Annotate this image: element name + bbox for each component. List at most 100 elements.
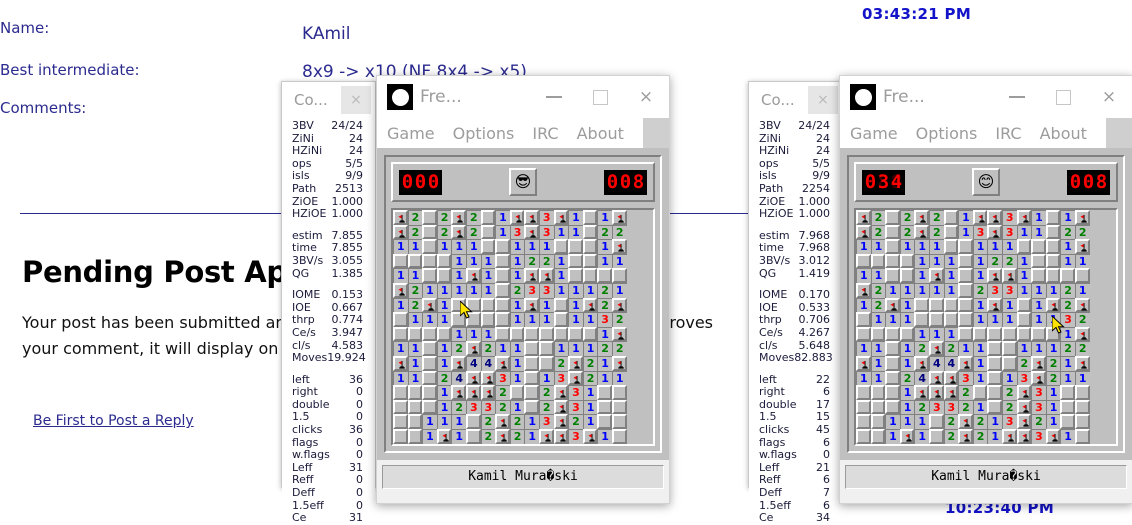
minefield-cell-covered[interactable]: [568, 253, 583, 269]
minefield-cell-number[interactable]: 2: [553, 355, 569, 371]
minefield-cell-flagged[interactable]: [899, 428, 915, 444]
minefield-cell-covered[interactable]: [1045, 268, 1061, 283]
minefield-cell-covered[interactable]: [1031, 239, 1046, 254]
minefield-cell-number[interactable]: 1: [972, 370, 988, 386]
minefield-cell-flagged[interactable]: [987, 268, 1002, 283]
minefield-cell-number[interactable]: 2: [870, 210, 886, 225]
minefield-cell-number[interactable]: 2: [1016, 355, 1032, 371]
minefield-cell-number[interactable]: 1: [1074, 253, 1090, 269]
minefield-cell-number[interactable]: 2: [495, 385, 510, 400]
minefield-cell-number[interactable]: 1: [1001, 297, 1017, 313]
minefield-cell-number[interactable]: 1: [436, 414, 452, 429]
minefield-cell-number[interactable]: 3: [1031, 399, 1046, 415]
minefield-cell-number[interactable]: 1: [943, 326, 959, 342]
minefield-cell-covered[interactable]: [1074, 428, 1090, 444]
minefield-cell-covered[interactable]: [987, 399, 1002, 415]
minefield-cell-number[interactable]: 1: [914, 268, 929, 283]
minimize-icon[interactable]: [994, 76, 1040, 118]
minefield-cell-number[interactable]: 1: [524, 428, 539, 444]
minefield-cell-covered[interactable]: [928, 297, 944, 313]
minefield-cell-number[interactable]: 2: [480, 414, 496, 429]
stats-right-titlebar[interactable]: Co... ×: [749, 82, 842, 118]
minefield-cell-flagged[interactable]: [856, 224, 871, 240]
minefield-cell-number[interactable]: 4: [465, 355, 481, 371]
minefield-cell-flagged[interactable]: [1016, 428, 1032, 444]
menu-item-game[interactable]: Game: [850, 124, 898, 143]
minefield-cell-flagged[interactable]: [480, 385, 496, 400]
minefield-cell-number[interactable]: 1: [480, 253, 496, 269]
minefield-cell-flagged[interactable]: [914, 210, 929, 225]
minefield-cell-flagged[interactable]: [958, 355, 973, 371]
stats-right-close-button[interactable]: ×: [808, 86, 838, 114]
minefield-cell-number[interactable]: 1: [538, 312, 554, 327]
minefield-cell-number[interactable]: 3: [987, 282, 1002, 298]
minefield-cell-flagged[interactable]: [611, 297, 627, 313]
minefield-cell-number[interactable]: 2: [538, 385, 554, 400]
minefield-cell-number[interactable]: 2: [465, 224, 481, 240]
minefield-cell-number[interactable]: 1: [451, 268, 466, 283]
minefield-cell-covered[interactable]: [1031, 268, 1046, 283]
minefield-cell-flagged[interactable]: [987, 297, 1002, 313]
minefield-cell-covered[interactable]: [870, 399, 886, 415]
minefield-cell-flagged[interactable]: [553, 210, 569, 225]
minefield-cell-flagged[interactable]: [943, 370, 959, 386]
minefield-cell-number[interactable]: 3: [1016, 370, 1032, 386]
minefield-cell-number[interactable]: 1: [509, 355, 525, 371]
minefield-cell-number[interactable]: 2: [972, 414, 988, 429]
minefield-cell-number[interactable]: 1: [943, 268, 959, 283]
minefield-cell-covered[interactable]: [899, 268, 915, 283]
minefield-cell-number[interactable]: 1: [538, 239, 554, 254]
minefield-cell-covered[interactable]: [885, 399, 900, 415]
minefield-cell-number[interactable]: 2: [480, 341, 496, 356]
minefield-cell-number[interactable]: 2: [1001, 385, 1017, 400]
minefield-cell-number[interactable]: 1: [928, 326, 944, 342]
minefield-cell-number[interactable]: 3: [597, 312, 612, 327]
minefield-cell-number[interactable]: 2: [451, 341, 466, 356]
smiley-face-button[interactable]: 😎: [509, 168, 537, 196]
minefield-cell-number[interactable]: 1: [407, 370, 423, 386]
minefield-cell-number[interactable]: 1: [509, 268, 525, 283]
minefield-cell-number[interactable]: 1: [451, 428, 466, 444]
minefield-cell-flagged[interactable]: [1031, 355, 1046, 371]
minefield-cell-number[interactable]: 2: [611, 224, 627, 240]
maximize-icon[interactable]: [577, 76, 623, 118]
minefield-cell-flagged[interactable]: [1074, 326, 1090, 342]
minefield-cell-number[interactable]: 1: [1060, 326, 1075, 342]
minefield-cell-number[interactable]: 1: [987, 239, 1002, 254]
minefield-cell-covered[interactable]: [524, 399, 539, 415]
minefield-cell-flagged[interactable]: [538, 268, 554, 283]
minefield-cell-number[interactable]: 2: [524, 253, 539, 269]
minefield-cell-covered[interactable]: [451, 297, 466, 313]
minefield-cell-covered[interactable]: [1074, 414, 1090, 429]
minefield-cell-covered[interactable]: [524, 326, 539, 342]
minefield-cell-flagged[interactable]: [1074, 239, 1090, 254]
minefield-cell-number[interactable]: 2: [597, 224, 612, 240]
minefield-cell-flagged[interactable]: [393, 355, 408, 371]
minefield-cell-number[interactable]: 1: [972, 341, 988, 356]
minefield-cell-number[interactable]: 1: [597, 370, 612, 386]
minefield-cell-number[interactable]: 1: [856, 268, 871, 283]
minefield-cell-number[interactable]: 3: [509, 224, 525, 240]
minefield-cell-flagged[interactable]: [856, 355, 871, 371]
minefield-cell-covered[interactable]: [987, 370, 1002, 386]
minefield-cell-number[interactable]: 1: [870, 312, 886, 327]
minefield-cell-flagged[interactable]: [943, 385, 959, 400]
minefield-cell-number[interactable]: 1: [1031, 224, 1046, 240]
minefield-cell-number[interactable]: 1: [972, 253, 988, 269]
minefield-cell-number[interactable]: 3: [1001, 414, 1017, 429]
minefield-cell-number[interactable]: 3: [1001, 282, 1017, 298]
minefield-cell-covered[interactable]: [597, 268, 612, 283]
minefield-cell-covered[interactable]: [495, 268, 510, 283]
minefield-cell-number[interactable]: 1: [465, 253, 481, 269]
minefield-cell-number[interactable]: 1: [1045, 282, 1061, 298]
minesweeper-window-left[interactable]: Fre... × GameOptionsIRCAbout 000 😎 008 2…: [376, 75, 670, 504]
minefield-cell-flagged[interactable]: [495, 428, 510, 444]
minefield-cell-covered[interactable]: [856, 312, 871, 327]
minefield-cell-number[interactable]: 1: [928, 239, 944, 254]
minefield-cell-number[interactable]: 1: [987, 312, 1002, 327]
minefield-cell-covered[interactable]: [422, 239, 437, 254]
minefield-cell-number[interactable]: 2: [407, 224, 423, 240]
minefield-cell-covered[interactable]: [480, 312, 496, 327]
minefield-cell-number[interactable]: 3: [480, 399, 496, 415]
minefield-cell-covered[interactable]: [597, 414, 612, 429]
